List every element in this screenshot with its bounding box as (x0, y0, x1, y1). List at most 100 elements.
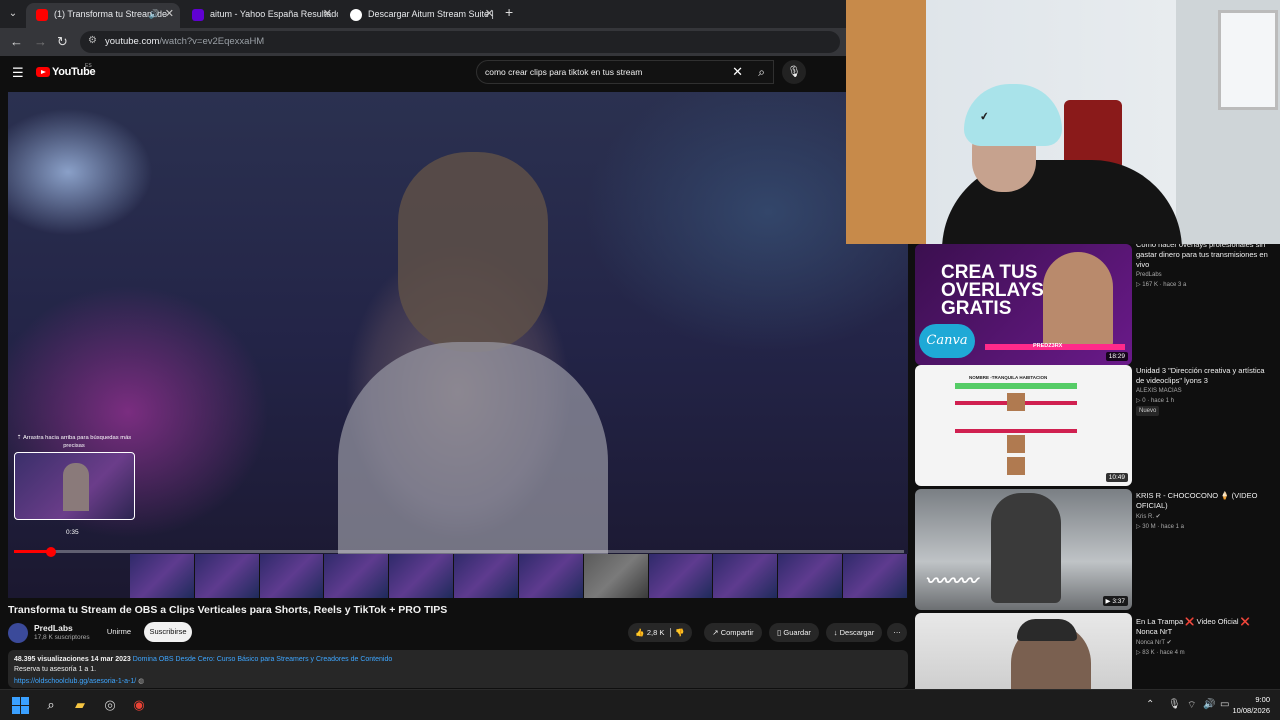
obs-icon[interactable]: ◎ (101, 696, 119, 714)
thumb-face (1043, 252, 1113, 350)
duration-badge: ▶ 3:37 (1102, 596, 1128, 606)
storyboard-frame (259, 554, 325, 598)
start-icon[interactable] (12, 696, 30, 714)
upload-date: 14 mar 2023 (90, 656, 131, 663)
description-box[interactable]: 48.395 visualizaciones 14 mar 2023 Domin… (8, 650, 908, 688)
search-icon[interactable]: ⌕ (758, 65, 765, 80)
storyboard-frame (194, 554, 260, 598)
microphone-tray-icon[interactable]: 🎙 (1168, 699, 1181, 710)
close-tab-icon[interactable]: ✕ (485, 3, 494, 26)
subscriber-count: 17,8 K suscriptores (34, 634, 90, 641)
search-query: como crear clips para tiktok en tus stre… (485, 67, 643, 77)
wifi-icon[interactable]: ⌔ (1187, 699, 1196, 712)
rec-title[interactable]: Unidad 3 "Dirección creativa y artística… (1136, 366, 1270, 386)
download-button[interactable]: ↓ Descargar (826, 623, 882, 642)
save-button[interactable]: ▯ Guardar (769, 623, 819, 642)
speaker-icon[interactable]: 🔊 (149, 3, 160, 26)
like-count: 2,8 K (646, 628, 665, 637)
search-icon[interactable]: ⌕ (42, 696, 60, 714)
like-icon[interactable]: 👍 (635, 628, 644, 637)
video-player[interactable]: ⇡ Arrastra hacia arriba para búsquedas m… (8, 92, 908, 598)
storyboard-frame (389, 554, 455, 598)
forward-icon[interactable]: → (34, 34, 47, 49)
tab-youtube[interactable]: (1) Transforma tu Stream de 🔊 ✕ (26, 3, 180, 28)
channel-avatar[interactable] (8, 623, 28, 643)
view-count: 48.395 visualizaciones (14, 656, 89, 663)
tab-title: Descargar Aitum Stream Suite | (368, 9, 494, 19)
tray-chevron-icon[interactable]: ⌃ (1146, 699, 1154, 710)
rec-meta: Nonca NrT ✔ ▷ 83 K · hace 4 m (1136, 640, 1185, 656)
canva-logo: Canva (919, 324, 975, 358)
site-info-icon[interactable]: ⚙ (88, 35, 97, 46)
tab-yahoo[interactable]: aitum - Yahoo España Resultado ✕ (182, 3, 338, 28)
clear-search-icon[interactable]: ✕ (732, 64, 743, 80)
close-tab-icon[interactable]: ✕ (323, 3, 332, 26)
storyboard-frame (454, 554, 519, 598)
like-dislike-group[interactable]: 👍 2,8 K │ 👎 (628, 623, 692, 642)
rec-thumbnail[interactable]: NOMBRE -TRANQUILA HABITACION 10:49 (915, 365, 1132, 486)
tab-title: aitum - Yahoo España Resultado (210, 9, 338, 19)
share-icon: ↗ (712, 628, 719, 637)
thumb-cell (1007, 435, 1025, 453)
rec-meta: ALEXIS MACIAS ▷ 0 · hace 1 h Nuevo (1136, 388, 1182, 416)
download-icon: ↓ (833, 628, 838, 637)
scrubber-handle[interactable] (46, 546, 57, 557)
storyboard-frame (778, 554, 844, 598)
close-tab-icon[interactable]: ✕ (165, 3, 174, 26)
progress-bar[interactable] (14, 546, 904, 557)
youtube-favicon-icon (36, 9, 48, 21)
thumb-logo: 〰〰〰 (925, 571, 977, 592)
tab-aitum[interactable]: Descargar Aitum Stream Suite | ✕ (340, 3, 500, 28)
thumb-row (955, 429, 1077, 433)
microphone-icon[interactable]: 🎙 (782, 60, 806, 84)
chrome-icon[interactable]: ◉ (130, 696, 148, 714)
rec-thumbnail[interactable]: 〰〰〰 ▶ 3:37 (915, 489, 1132, 610)
rec-title[interactable]: KRIS R - CHOCOCONO 🍦 (VIDEO OFICIAL) (1136, 491, 1270, 511)
tab-search-icon[interactable]: ⌄ (4, 5, 22, 23)
thumb-cap (1017, 619, 1077, 641)
description-link[interactable]: Domina OBS Desde Cero: Curso Básico para… (133, 656, 393, 663)
dislike-icon[interactable]: 👎 (675, 628, 684, 637)
channel-name[interactable]: PredLabs (34, 623, 73, 633)
thumb-header: NOMBRE -TRANQUILA HABITACION (955, 375, 1077, 389)
youtube-logo-icon[interactable] (36, 67, 50, 77)
address-bar[interactable]: ⚙ youtube.com/watch?v=ev2EqexxaHM (80, 31, 840, 53)
menu-icon[interactable]: ☰ (12, 65, 24, 81)
storyboard-frame (583, 554, 649, 598)
thumb-cell (1007, 393, 1025, 411)
file-explorer-icon[interactable]: ▰ (71, 696, 89, 714)
rec-thumbnail[interactable]: CREA TUS OVERLAYS GRATIS Canva PREDZ3RX … (915, 244, 1132, 365)
new-badge: Nuevo (1136, 406, 1160, 416)
windows-taskbar: ⌕ ▰ ◎ ◉ ⌃ 🎙 ⌔ 🔊 ▭ 9:00 10/08/2026 (0, 689, 1280, 720)
storyboard-frame (713, 554, 779, 598)
bookmark-icon: ▯ (777, 628, 782, 637)
system-clock[interactable]: 9:00 10/08/2026 (1232, 694, 1270, 716)
share-button[interactable]: ↗ Compartir (704, 623, 762, 642)
new-tab-icon[interactable]: + (505, 4, 513, 20)
subscribe-button[interactable]: Suscribirse (144, 622, 192, 642)
thumb-strip: PREDZ3RX (985, 343, 1125, 350)
rec-title[interactable]: Cómo hacer overlays profesionales sin ga… (1136, 240, 1270, 270)
storyboard-frame (648, 554, 714, 598)
reload-icon[interactable]: ↻ (57, 34, 68, 50)
battery-icon[interactable]: ▭ (1220, 699, 1229, 710)
country-code: ES (85, 63, 92, 69)
back-icon[interactable]: ← (10, 34, 23, 49)
video-title: Transforma tu Stream de OBS a Clips Vert… (8, 604, 448, 616)
rec-thumbnail[interactable] (915, 613, 1132, 689)
thumb-headline: CREA TUS OVERLAYS GRATIS (941, 262, 1044, 319)
volume-icon[interactable]: 🔊 (1203, 699, 1215, 710)
search-input[interactable]: como crear clips para tiktok en tus stre… (476, 60, 774, 84)
rec-meta: PredLabs ▷ 167 K · hace 3 a (1136, 272, 1187, 288)
seek-hint: ⇡ Arrastra hacia arriba para búsquedas m… (16, 435, 132, 449)
storyboard-strip[interactable] (130, 554, 908, 598)
aitum-favicon-icon (350, 9, 362, 21)
description-url[interactable]: https://oldschoolclub.gg/asesoria-1-a-1/… (14, 677, 144, 685)
rec-title[interactable]: En La Trampa ❌ Video Oficial ❌ Nonca NrT (1136, 617, 1270, 637)
thumb-person (991, 493, 1061, 603)
duration-badge: 18:29 (1105, 352, 1128, 361)
yahoo-favicon-icon (192, 9, 204, 21)
join-button[interactable]: Unirme (102, 622, 136, 642)
more-actions-icon[interactable]: ⋯ (887, 623, 907, 642)
webcam-window (1218, 10, 1278, 110)
